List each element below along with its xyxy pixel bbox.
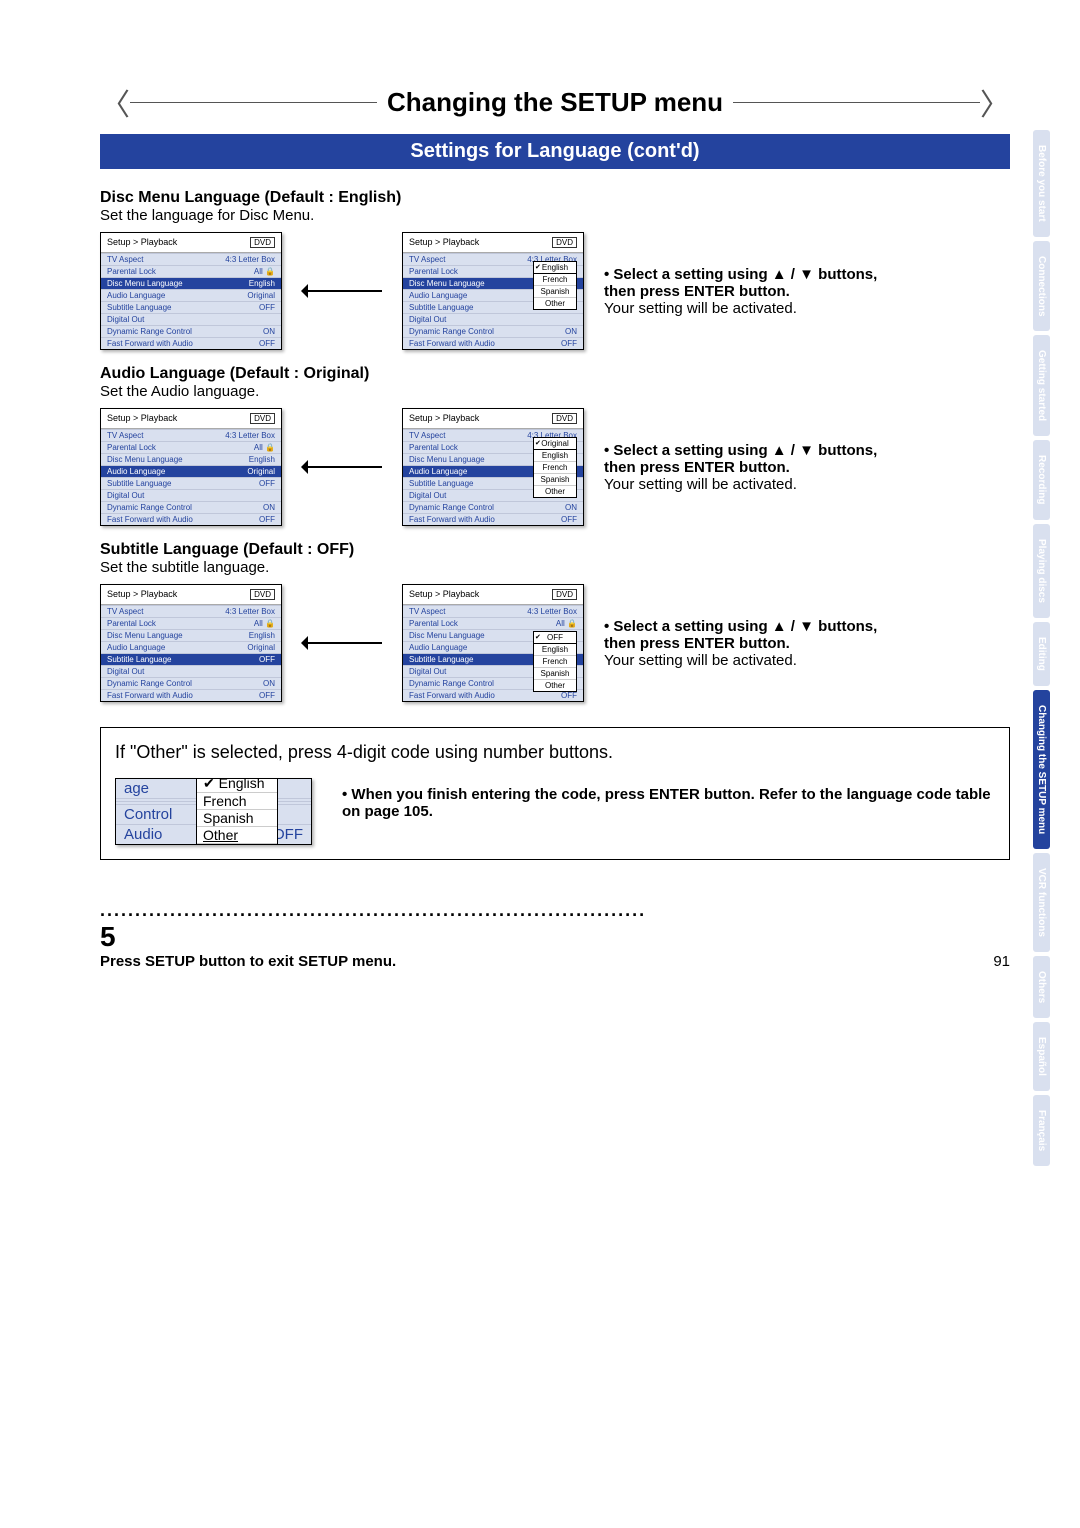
disc-menu-heading: Disc Menu Language (Default : English) (100, 189, 1010, 207)
other-code-box: If "Other" is selected, press 4-digit co… (100, 727, 1010, 860)
code-dropdown: ✔ English French Spanish Other Code Inpu… (196, 778, 278, 845)
audio-dropdown: Original English French Spanish Other (533, 437, 577, 498)
tab-playing-discs: Playing discs (1033, 524, 1050, 618)
final-instruction: Press SETUP button to exit SETUP menu. (100, 953, 1010, 970)
setup-panel-right: Setup > PlaybackDVD TV Aspect4:3 Letter … (402, 584, 584, 702)
tab-espanol: Español (1033, 1022, 1050, 1091)
page-title: Changing the SETUP menu (377, 87, 733, 118)
setup-panel-left: Setup > PlaybackDVD TV Aspect4:3 Letter … (100, 408, 282, 526)
disc-dropdown: English French Spanish Other (533, 261, 577, 310)
tab-others: Others (1033, 956, 1050, 1018)
code-input-panel: age Control AudioOFF ✔ English French Sp… (115, 778, 312, 845)
audio-sub: Set the Audio language. (100, 383, 1010, 400)
side-tabs: Before you start Connections Getting sta… (1033, 130, 1050, 1166)
tab-before: Before you start (1033, 130, 1050, 237)
tab-setup-menu: Changing the SETUP menu (1033, 690, 1050, 849)
tab-francais: Français (1033, 1095, 1050, 1166)
tab-vcr: VCR functions (1033, 853, 1050, 952)
disc-menu-sub: Set the language for Disc Menu. (100, 207, 1010, 224)
subtitle-dropdown: OFF English French Spanish Other (533, 631, 577, 692)
arrow-icon (302, 290, 382, 292)
page-number: 91 (993, 953, 1010, 970)
tab-connections: Connections (1033, 241, 1050, 332)
subtitle-sub: Set the subtitle language. (100, 559, 1010, 576)
instruction-text: • Select a setting using ▲ / ▼ buttons, … (604, 266, 884, 317)
setup-panel-right: Setup > PlaybackDVD TV Aspect4:3 Letter … (402, 408, 584, 526)
setup-panel-right: Setup > PlaybackDVD TV Aspect4:3 Letter … (402, 232, 584, 350)
tab-editing: Editing (1033, 622, 1050, 686)
sub-banner: Settings for Language (cont'd) (100, 134, 1010, 169)
step-number: 5 (100, 921, 1010, 953)
setup-panel-left: Setup > PlaybackDVD TV Aspect4:3 Letter … (100, 584, 282, 702)
instruction-text: • Select a setting using ▲ / ▼ buttons, … (604, 442, 884, 493)
arrow-icon (302, 642, 382, 644)
title-bar: 〈 Changing the SETUP menu 〉 (100, 80, 1010, 124)
setup-panel-left: Setup > PlaybackDVD TV Aspect4:3 Letter … (100, 232, 282, 350)
instruction-text: • Select a setting using ▲ / ▼ buttons, … (604, 618, 884, 669)
tab-getting-started: Getting started (1033, 335, 1050, 436)
subtitle-heading: Subtitle Language (Default : OFF) (100, 541, 1010, 559)
code-instruction: • When you finish entering the code, pre… (342, 778, 995, 820)
tab-recording: Recording (1033, 440, 1050, 519)
audio-heading: Audio Language (Default : Original) (100, 365, 1010, 383)
arrow-icon (302, 466, 382, 468)
separator-dots: ........................................… (100, 900, 1010, 921)
